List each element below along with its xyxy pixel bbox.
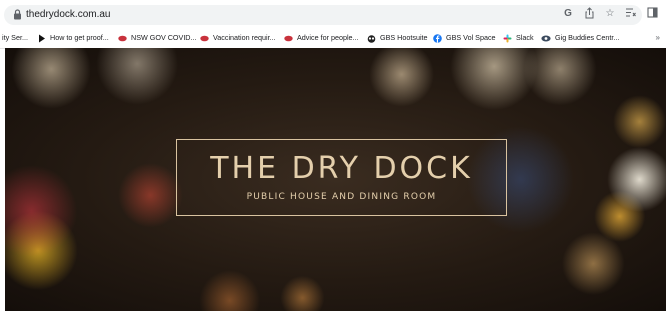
bookmark-item[interactable]: GBS Vol Space (433, 32, 496, 44)
logo-title: THE DRY DOCK (210, 151, 473, 186)
eye-icon (541, 35, 551, 42)
lock-icon[interactable] (13, 9, 22, 20)
dry-dock-logo[interactable]: THE DRY DOCK PUBLIC HOUSE AND DINING ROO… (176, 139, 507, 216)
star-icon[interactable]: ☆ (604, 7, 616, 21)
slack-icon (503, 34, 512, 43)
address-bar-actions: G ☆ (562, 7, 658, 21)
bookmark-item[interactable]: Advice for people... (284, 32, 359, 44)
bookmark-label: ity Ser... (2, 33, 28, 42)
browser-window: thedrydock.com.au G ☆ ity Ser... How to … (0, 0, 666, 311)
url-text[interactable]: thedrydock.com.au (26, 9, 111, 21)
waratah-icon (118, 35, 127, 41)
bookmarks-bar: ity Ser... How to get proof... NSW GOV C… (0, 28, 666, 49)
address-bar-row: thedrydock.com.au G ☆ (0, 0, 666, 28)
bookmark-label: Gig Buddies Centr... (555, 33, 620, 42)
bookmark-item[interactable]: Gig Buddies Centr... (541, 32, 619, 44)
facebook-icon (433, 33, 442, 43)
owl-icon (367, 34, 376, 43)
hero-banner: THE DRY DOCK PUBLIC HOUSE AND DINING ROO… (5, 48, 666, 311)
reading-list-icon[interactable] (625, 7, 637, 21)
waratah-icon (200, 35, 209, 41)
bookmark-label: GBS Hootsuite (380, 33, 428, 42)
play-icon (39, 34, 45, 43)
bookmark-label: Vaccination requir... (213, 33, 276, 42)
bookmark-item[interactable]: Slack (503, 32, 534, 44)
bookmark-label: How to get proof... (50, 33, 109, 42)
bookmark-item[interactable]: How to get proof... (38, 32, 109, 44)
google-icon[interactable]: G (562, 7, 574, 21)
bookmark-label: GBS Vol Space (446, 33, 496, 42)
bookmark-label: Slack (516, 33, 534, 42)
bookmark-item[interactable]: GBS Hootsuite (367, 32, 428, 44)
logo-subtitle: PUBLIC HOUSE AND DINING ROOM (246, 192, 437, 202)
bookmark-label: Advice for people... (297, 33, 359, 42)
share-icon[interactable] (583, 7, 595, 21)
bookmark-label: NSW GOV COVID... (131, 33, 197, 42)
bookmark-item[interactable]: ity Ser... (2, 32, 28, 44)
bookmark-item[interactable]: Vaccination requir... (200, 32, 276, 44)
bookmark-item[interactable]: NSW GOV COVID... (118, 32, 197, 44)
bookmarks-overflow-button[interactable]: » (656, 32, 660, 44)
waratah-icon (284, 35, 293, 41)
side-panel-icon[interactable] (646, 7, 658, 21)
